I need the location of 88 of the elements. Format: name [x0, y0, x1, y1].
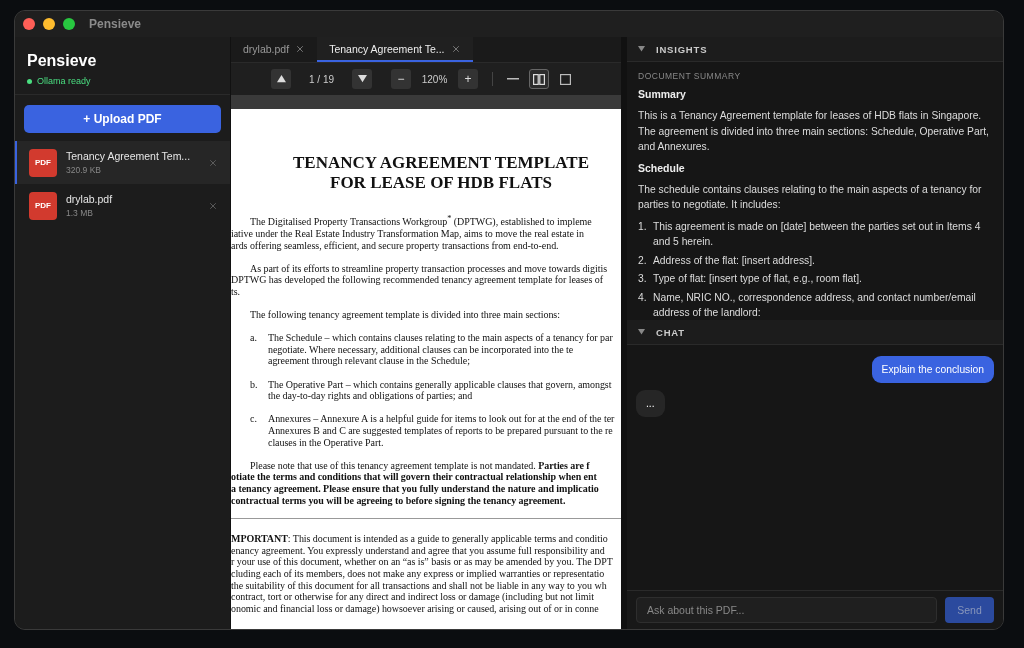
user-message: Explain the conclusion — [871, 356, 994, 383]
document-text: Please note that use of this tenancy agreement template is not mandated. Parties are f — [249, 459, 591, 472]
next-page-button[interactable] — [352, 69, 372, 89]
document-text: ts. — [231, 285, 242, 298]
list-item-text: This agreement is made on [date] between the parties set out in Items 4 and 5 herein. — [653, 219, 982, 249]
document-text: Annexures – Annexure A is a helpful guide for items to look out for at the end of the ter — [268, 413, 615, 425]
list-marker: c. — [250, 413, 258, 427]
minus-icon — [507, 78, 519, 80]
document-text: As part of its efforts to streamline property transaction processes and move towards digitis — [249, 262, 609, 275]
section-title: INSIGHTS — [656, 43, 708, 55]
zoom-in-button[interactable]: + — [458, 69, 478, 89]
view-mode-button[interactable] — [529, 69, 549, 89]
document-text: a tenancy agreement. Please ensure that you fully understand the nature and implicatio — [231, 483, 600, 495]
document-text: otiate the terms and conditions that will govern their contractual relationship when ent — [231, 471, 598, 483]
section-title: CHAT — [656, 326, 685, 338]
document-text: The Schedule – which contains clauses relating to the main aspects of a tenancy for par — [268, 332, 613, 344]
document-text: the suitability of this document for all transactions and shall not be liable in any way to you wh — [231, 579, 608, 592]
document-text: negotiate. Where necessary, additional clauses can be incorporated into the te — [268, 343, 575, 356]
chat-input[interactable]: Ask about this PDF... — [636, 597, 937, 623]
document-text: contractual terms you will be agreeing to before signing the tenancy agreement. — [231, 494, 567, 507]
document-text: agreement through relevant clause in the Schedule; — [268, 355, 471, 368]
collapse-triangle-icon — [638, 329, 645, 335]
list-item-text: Address of the flat: [insert address]. — [653, 253, 815, 268]
zoom-level: 120% — [420, 73, 449, 85]
zoom-window-button[interactable] — [63, 18, 75, 30]
document-text: iative under the Real Estate Industry Transformation Map, aims to move the real estate in — [231, 227, 585, 240]
tab-label: drylab.pdf — [243, 42, 290, 55]
summary-heading: Summary — [638, 87, 687, 102]
zoom-out-button[interactable]: − — [391, 69, 411, 89]
close-icon[interactable] — [208, 200, 218, 211]
document-text: The Digitalised Property Transactions Workgroup$^{*}$ (DPTWG), established to impleme — [249, 213, 593, 228]
document-tab[interactable]: Tenancy Agreement Te... — [317, 37, 473, 62]
upload-button[interactable]: + Upload PDF — [24, 105, 221, 133]
document-text: the day-to-day rights and obligations of parties; and — [268, 390, 474, 402]
document-text: Annexures B and C are suggested templates of reports to be prepared pursuant to the re — [268, 425, 614, 437]
close-icon[interactable] — [450, 43, 461, 54]
pdf-badge: PDF — [29, 191, 57, 220]
document-title: TENANCY AGREEMENT TEMPLATE — [292, 153, 590, 173]
collapse-triangle-icon — [638, 46, 645, 52]
app-name: Pensieve — [27, 52, 98, 70]
document-text: DPTWG has developed the following recommended tenancy agreement template for leases of — [231, 274, 604, 286]
document-text: cluding each of its members, does not make any express or implied warranties or representatio — [231, 567, 606, 580]
section-header[interactable]: INSIGHTS — [627, 37, 1003, 62]
file-name: Tenancy Agreement Tem... — [66, 150, 192, 162]
document-text: MPORTANT: This document is intended as a guide to generally applicable terms and conditio — [231, 533, 609, 545]
list-number: 2. — [638, 253, 648, 268]
down-triangle-icon — [357, 75, 367, 83]
file-item[interactable]: PDF Tenancy Agreement Tem... 320.9 KB — [15, 141, 230, 184]
list-number: 4. — [638, 290, 648, 305]
file-item[interactable]: PDF drylab.pdf 1.3 MB — [15, 184, 230, 227]
page-indicator: 1 / 19 — [308, 73, 335, 85]
list-number: 1. — [638, 219, 648, 234]
file-name: drylab.pdf — [66, 193, 114, 205]
document-text: onomic and financial loss or damage) howsoever arising or caused, arising out of or in conne — [231, 602, 600, 615]
section-label: DOCUMENT SUMMARY — [638, 71, 742, 81]
document-tab[interactable]: drylab.pdf — [231, 37, 318, 62]
summary-heading: Schedule — [638, 160, 686, 176]
close-icon[interactable] — [295, 43, 306, 54]
document-text: enancy agreement. You expressly understand and agree that you assume full responsibility and — [231, 544, 606, 557]
file-size: 320.9 KB — [66, 165, 102, 175]
list-marker: b. — [250, 378, 259, 392]
previous-page-button[interactable] — [271, 69, 291, 89]
summary-text: The schedule contains clauses relating to the main aspects of a tenancy for parties to negotiate. It includes: — [638, 182, 983, 212]
list-marker: a. — [250, 332, 258, 346]
list-item-text: Type of flat: [insert type of flat, e.g., room flat]. — [653, 272, 862, 286]
document-text: The Operative Part – which contains generally applicable clauses that govern, amongst — [268, 378, 612, 391]
summary-text: This is a Tenancy Agreement template for leases of HDB flats in Singapore. The agreement is divided into three main sections: Schedule, Operative Part, and Annexures. — [638, 109, 990, 154]
up-triangle-icon — [276, 75, 286, 83]
document-text: The following tenancy agreement template is divided into three main sections: — [249, 309, 561, 321]
document-title: FOR LEASE OF HDB FLATS — [329, 173, 553, 193]
document-text: contract, tort or otherwise for any direct and indirect loss or damage (including but not limit — [231, 591, 595, 603]
list-number: 3. — [638, 272, 648, 286]
file-size: 1.3 MB — [66, 208, 94, 218]
list-item-text: Name, NRIC NO., correspondence address, and contact number/email address of the landlord: — [653, 290, 977, 320]
single-page-icon — [559, 73, 571, 85]
close-window-button[interactable] — [23, 18, 35, 30]
status-text: Ollama ready — [37, 76, 91, 86]
section-header[interactable]: CHAT — [627, 320, 1003, 345]
document-text: clauses in the Operative Part. — [268, 436, 385, 449]
tab-label: Tenancy Agreement Te... — [329, 42, 445, 55]
document-text: r your use of this document, whether on an “as is” basis or as may be amended by you. The DPT — [231, 556, 614, 568]
pdf-badge: PDF — [29, 148, 57, 177]
status-dot — [27, 78, 32, 84]
minimize-window-button[interactable] — [43, 18, 55, 30]
window-title: Pensieve — [89, 17, 142, 31]
two-page-icon — [533, 73, 545, 85]
assistant-message: ... — [636, 390, 665, 417]
document-text: ards offering seamless, efficient, and secure property transactions from end-to-end. — [231, 239, 560, 252]
